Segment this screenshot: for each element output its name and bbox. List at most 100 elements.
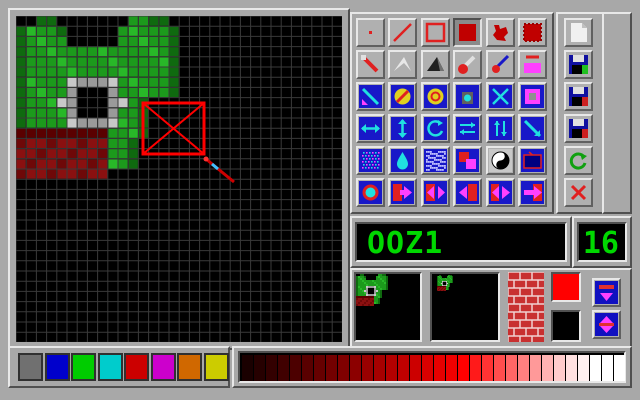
color-swatch[interactable] [203, 353, 229, 381]
merge-right-button[interactable] [518, 178, 547, 207]
shade-cell[interactable] [434, 355, 445, 381]
flip-diagonal-button[interactable] [356, 82, 385, 111]
shade-cell[interactable] [530, 355, 541, 381]
tv-screen-button[interactable] [518, 146, 547, 175]
shade-cell[interactable] [482, 355, 493, 381]
shade-cell[interactable] [578, 355, 589, 381]
color-swatch[interactable] [71, 353, 96, 381]
dark-wedge-tool-button[interactable] [420, 50, 450, 79]
shade-cell[interactable] [470, 355, 481, 381]
shade-cell[interactable] [398, 355, 409, 381]
spray-brush-tool-icon [491, 54, 509, 73]
dither-button[interactable] [356, 146, 385, 175]
line-tool-button[interactable] [388, 18, 418, 47]
pixel-tool-icon [369, 31, 372, 34]
shade-cell[interactable] [410, 355, 421, 381]
flip-horizontal-button[interactable] [356, 114, 385, 143]
save-disk-1-button[interactable] [564, 50, 593, 79]
filled-rect-tool-button[interactable] [453, 18, 483, 47]
rect-outline-tool-button[interactable] [420, 18, 450, 47]
shade-cell[interactable] [314, 355, 325, 381]
shade-cell[interactable] [494, 355, 505, 381]
shade-cell[interactable] [554, 355, 565, 381]
shade-cell[interactable] [566, 355, 577, 381]
flip-vertical-button[interactable] [388, 114, 418, 143]
swap-badge-button[interactable] [420, 82, 450, 111]
pencil-tool-button[interactable] [356, 50, 385, 79]
insert-right-button[interactable] [388, 178, 418, 207]
reload-button[interactable] [564, 146, 593, 175]
move-up-down-button[interactable] [592, 310, 621, 339]
bucket-fill-button[interactable] [453, 82, 483, 111]
move-down-button[interactable] [592, 278, 621, 307]
shade-cell[interactable] [602, 355, 613, 381]
close-button[interactable] [564, 178, 593, 207]
shade-cell[interactable] [458, 355, 469, 381]
flip-diagonal-tool-button[interactable] [518, 114, 547, 143]
color-swatch[interactable] [97, 353, 123, 381]
shade-cell[interactable] [254, 355, 265, 381]
noise-button[interactable] [420, 146, 450, 175]
drip-button[interactable] [388, 146, 418, 175]
shade-cell[interactable] [242, 355, 253, 381]
brick-texture[interactable] [508, 272, 544, 342]
filled-blob-tool-button[interactable] [518, 18, 547, 47]
grab-block-button[interactable] [518, 82, 547, 111]
foreground-color[interactable] [551, 272, 581, 302]
close-icon [570, 184, 587, 201]
rotate-badge-button[interactable] [388, 82, 418, 111]
shade-cell[interactable] [386, 355, 397, 381]
shade-cell[interactable] [542, 355, 553, 381]
shade-cell[interactable] [266, 355, 277, 381]
sprite-name-text: OOZ1 [367, 226, 444, 261]
shade-cell[interactable] [350, 355, 361, 381]
tv-screen-icon [521, 149, 544, 172]
sprite-name-field[interactable]: OOZ1 [355, 222, 567, 262]
shade-cell[interactable] [590, 355, 601, 381]
shade-cell[interactable] [374, 355, 385, 381]
yin-yang-button[interactable] [485, 146, 515, 175]
color-swatch[interactable] [44, 353, 70, 381]
shift-up-down-button[interactable] [485, 114, 515, 143]
pixel-canvas[interactable] [16, 16, 342, 342]
new-page-icon [571, 23, 587, 42]
preview-large[interactable] [354, 272, 422, 342]
sprite-number-field[interactable]: 16 [577, 222, 627, 262]
pixel-tool-button[interactable] [356, 18, 385, 47]
shade-cell[interactable] [422, 355, 433, 381]
shade-cell[interactable] [326, 355, 337, 381]
save-disk-3-button[interactable] [564, 114, 593, 143]
color-swatch[interactable] [150, 353, 176, 381]
insert-left-right-button[interactable] [420, 178, 450, 207]
shade-cell[interactable] [446, 355, 457, 381]
blob-brush-tool-button[interactable] [485, 18, 515, 47]
rotate-button[interactable] [420, 114, 450, 143]
eraser-tool-button[interactable] [388, 50, 418, 79]
shade-cell[interactable] [290, 355, 301, 381]
replace-color-tool-button[interactable] [518, 50, 547, 79]
magnify-button[interactable] [356, 178, 385, 207]
shade-cell[interactable] [338, 355, 349, 381]
color-swatch[interactable] [177, 353, 202, 381]
color-cycle-button[interactable] [453, 146, 483, 175]
new-page-button[interactable] [564, 18, 593, 47]
save-disk-1-icon [569, 55, 588, 74]
save-disk-2-button[interactable] [564, 82, 593, 111]
preview-small[interactable] [430, 272, 500, 342]
scissors-button[interactable] [485, 82, 515, 111]
shade-cell[interactable] [278, 355, 289, 381]
shade-cell[interactable] [518, 355, 529, 381]
shade-cell[interactable] [302, 355, 313, 381]
color-swatch[interactable] [124, 353, 149, 381]
merge-both-button[interactable] [485, 178, 515, 207]
spray-brush-tool-button[interactable] [485, 50, 515, 79]
color-swatch[interactable] [18, 353, 43, 381]
fill-brush-tool-button[interactable] [453, 50, 483, 79]
shift-left-right-button[interactable] [453, 114, 483, 143]
merge-left-button[interactable] [453, 178, 483, 207]
replace-color-tool-icon [524, 55, 541, 73]
shade-cell[interactable] [362, 355, 373, 381]
shade-cell[interactable] [614, 355, 625, 381]
background-color[interactable] [551, 310, 581, 342]
shade-cell[interactable] [506, 355, 517, 381]
